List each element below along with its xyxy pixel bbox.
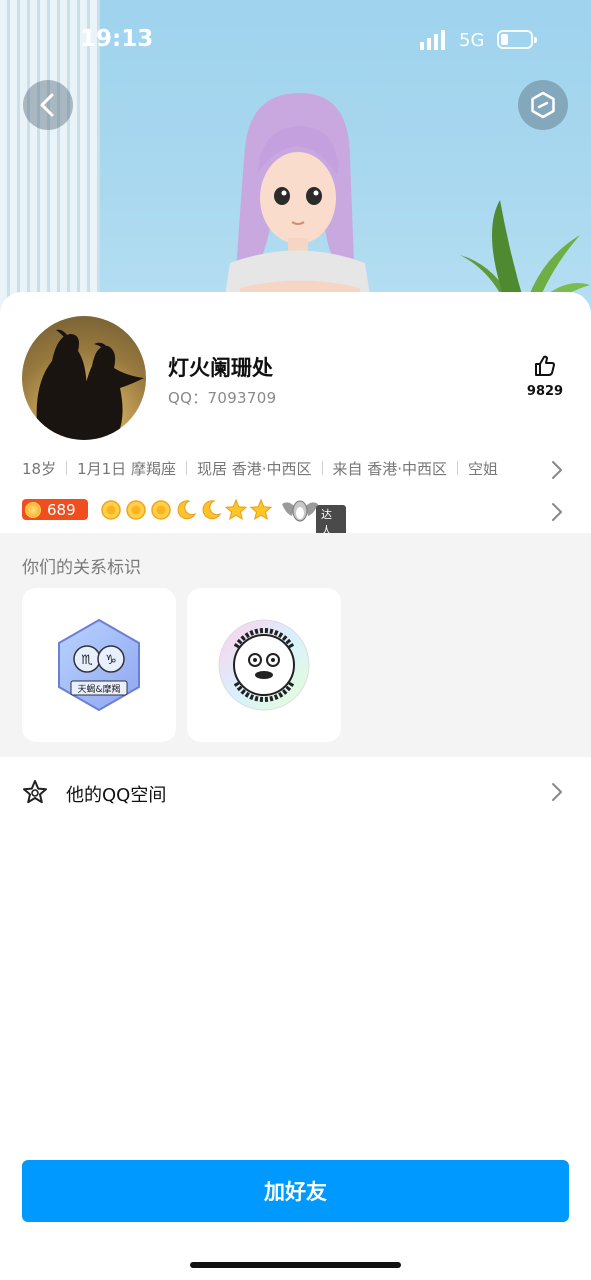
star-icon — [250, 499, 272, 521]
moon-icon — [177, 500, 197, 520]
relation-title: 你们的关系标识 — [22, 558, 141, 578]
moon-icon — [202, 500, 222, 520]
home-indicator — [190, 1262, 401, 1268]
profile-card: 灯火阑珊处 QQ：7093709 9829 18岁 1月1日 摩羯座 现居 香港·中… — [0, 292, 591, 1280]
info-birthday: 1月1日 摩羯座 — [77, 460, 176, 478]
star-icon — [225, 499, 247, 521]
mode-switch-button[interactable] — [518, 80, 568, 130]
status-bar: 19:13 5G — [0, 0, 591, 80]
round-badge-icon — [218, 619, 310, 711]
info-hometown: 来自 香港·中西区 — [332, 460, 448, 478]
chevron-left-icon — [40, 93, 54, 117]
penguin-silhouette-icon — [22, 329, 146, 440]
battery-icon — [497, 30, 537, 49]
chevron-right-icon — [552, 783, 562, 801]
info-age: 18岁 — [22, 460, 57, 478]
network-type: 5G — [459, 30, 485, 51]
qzone-row[interactable]: 他的QQ空间 — [0, 757, 591, 827]
winged-penguin-icon — [282, 500, 318, 522]
chevron-right-icon[interactable] — [550, 459, 564, 481]
qq-number: QQ：7093709 — [168, 389, 277, 407]
relation-section: 你们的关系标识 ♏ ♑ 天蝎&摩羯 — [0, 533, 591, 757]
sun-icon — [126, 500, 146, 520]
star-outline-icon — [23, 780, 47, 804]
talent-badge[interactable]: 达人 — [280, 498, 346, 539]
zodiac-badge-icon: ♏ ♑ 天蝎&摩羯 — [58, 618, 140, 712]
signal-icon — [420, 30, 445, 50]
back-button[interactable] — [23, 80, 73, 130]
coin-count: 689 — [47, 500, 76, 519]
coin-icon — [25, 501, 41, 518]
like-button[interactable]: 9829 — [520, 354, 570, 399]
svg-text:♏: ♏ — [81, 653, 93, 668]
qzone-label: 他的QQ空间 — [66, 785, 167, 806]
level-row[interactable]: 689 达人 — [22, 496, 564, 539]
chevron-right-icon[interactable] — [550, 501, 564, 523]
cover-image: 19:13 5G — [0, 0, 591, 330]
level-icons — [100, 499, 272, 521]
svg-text:天蝎&摩羯: 天蝎&摩羯 — [77, 683, 120, 695]
svg-text:♑: ♑ — [105, 653, 117, 668]
sun-icon — [101, 500, 121, 520]
info-occupation: 空姐 — [468, 460, 499, 478]
avatar[interactable] — [22, 316, 146, 440]
add-friend-button[interactable]: 加好友 — [22, 1160, 569, 1222]
profile-info-row[interactable]: 18岁 1月1日 摩羯座 现居 香港·中西区 来自 香港·中西区 空姐 — [22, 458, 542, 482]
sun-icon — [151, 500, 171, 520]
like-count: 9829 — [526, 384, 564, 399]
thumbs-up-icon — [535, 355, 555, 376]
nickname: 灯火阑珊处 — [168, 356, 273, 380]
coin-badge: 689 — [22, 499, 88, 520]
relation-tag-badge[interactable] — [187, 588, 341, 742]
hexagon-icon — [531, 91, 555, 119]
info-location: 现居 香港·中西区 — [196, 460, 312, 478]
relation-tag-zodiac[interactable]: ♏ ♑ 天蝎&摩羯 — [22, 588, 176, 742]
status-time: 19:13 — [80, 26, 154, 52]
